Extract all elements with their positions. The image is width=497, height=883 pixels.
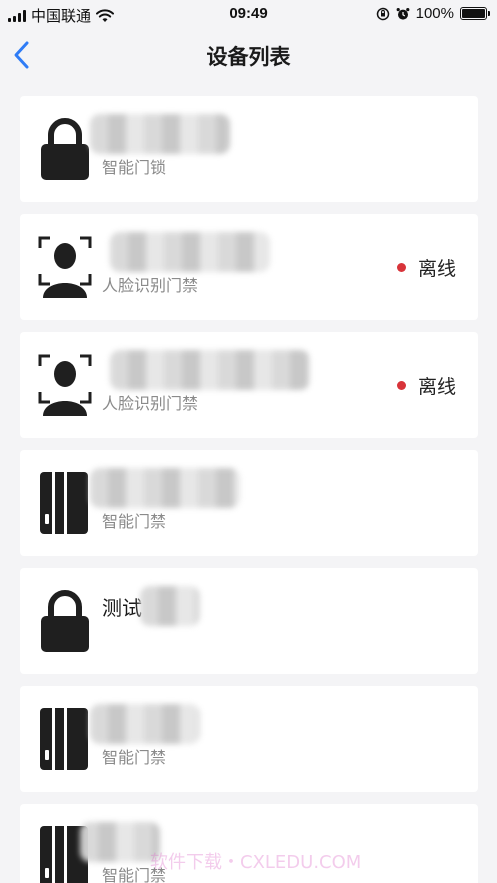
device-type: 人脸识别门禁 [102, 394, 199, 413]
rotation-lock-icon [376, 7, 389, 20]
name-redaction [80, 822, 160, 862]
name-redaction [90, 114, 230, 154]
face-recognition-icon [38, 234, 92, 300]
face-recognition-icon [38, 352, 92, 418]
device-card[interactable]: 测试 [20, 568, 478, 674]
card-reader-icon [38, 470, 92, 536]
device-card[interactable]: 人脸识别门禁 离线 [20, 214, 478, 320]
device-card[interactable]: 人脸识别门禁 离线 [20, 332, 478, 438]
device-card[interactable]: 智能门禁 [20, 686, 478, 792]
device-type: 智能门禁 [102, 512, 167, 531]
lock-icon [38, 588, 92, 654]
device-list: 智能门锁 人脸识别门禁 离线 人脸识别门禁 离线 智能门禁 测试 智能门禁 智能门禁 [20, 96, 478, 883]
name-redaction [110, 232, 270, 272]
lock-icon [38, 116, 92, 182]
status-bar: 中国联通 09:49 100% [0, 0, 497, 30]
battery-level [462, 9, 485, 18]
nav-bar: 设备列表 [0, 30, 497, 80]
device-card[interactable]: 智能门禁 [20, 450, 478, 556]
battery-icon [460, 7, 490, 20]
device-card[interactable]: 智能门锁 [20, 96, 478, 202]
device-type: 智能门锁 [102, 158, 167, 177]
status-dot-icon [396, 381, 406, 390]
status-label: 离线 [417, 376, 456, 398]
alarm-icon [396, 7, 410, 20]
name-redaction [90, 468, 240, 508]
status-label: 离线 [417, 258, 456, 280]
device-name: 测试 [102, 596, 142, 620]
card-reader-icon [38, 706, 92, 772]
offline-status: 离线 [396, 254, 456, 281]
device-type: 人脸识别门禁 [102, 276, 199, 295]
status-dot-icon [396, 263, 406, 272]
status-right: 100% [376, 5, 490, 22]
battery-percent: 100% [415, 5, 454, 22]
watermark: 软件下载・CXLEDU.COM [150, 852, 362, 873]
page-title: 设备列表 [206, 45, 291, 69]
name-redaction [110, 350, 310, 390]
device-type: 智能门禁 [102, 748, 167, 767]
name-redaction [90, 704, 200, 744]
offline-status: 离线 [396, 372, 456, 399]
name-redaction [140, 586, 200, 626]
